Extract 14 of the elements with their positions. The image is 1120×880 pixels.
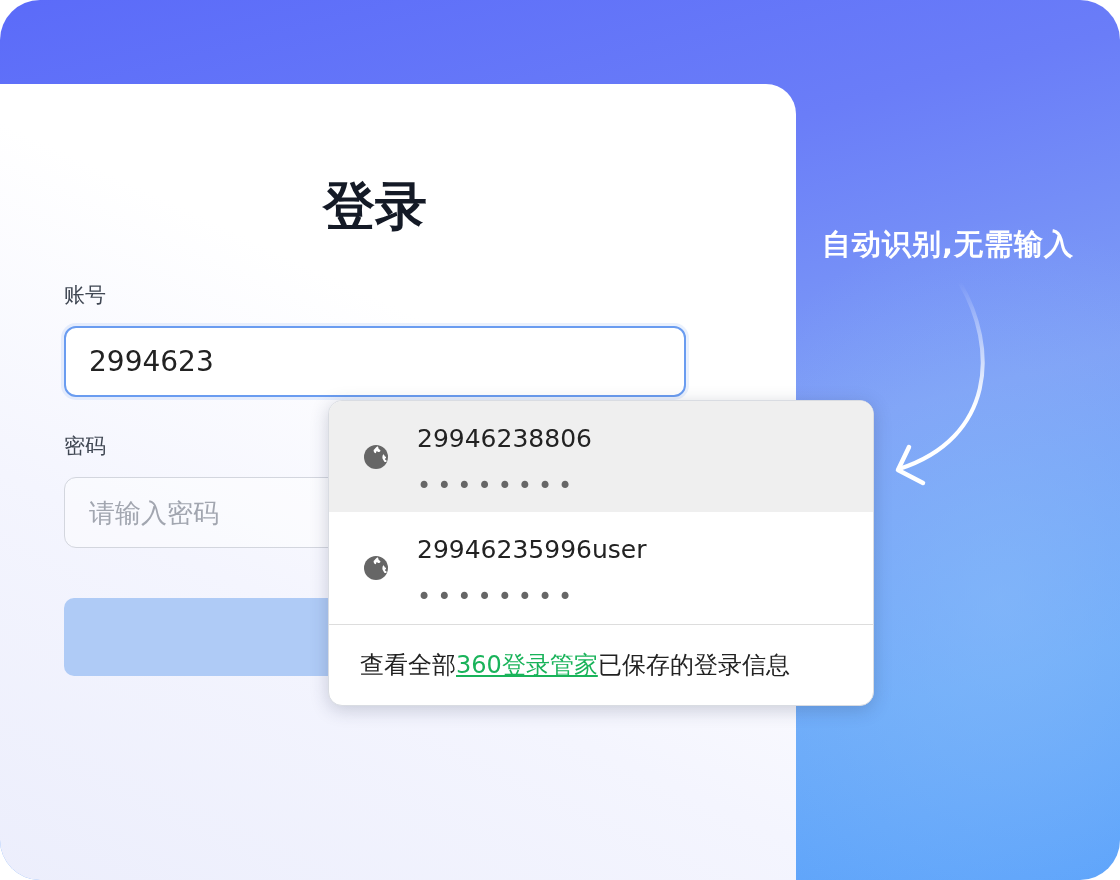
callout-text: 自动识别,无需输入: [822, 226, 1075, 262]
globe-icon: [364, 555, 388, 580]
saved-password-mask: ••••••••: [417, 584, 579, 609]
saved-password-mask: ••••••••: [417, 473, 579, 498]
field-label: 密码: [64, 433, 106, 460]
login-title: 登录: [321, 176, 428, 236]
saved-username: 29946235996user: [417, 534, 647, 565]
saved-username: 29946238806: [417, 423, 592, 454]
globe-icon: [364, 444, 388, 469]
suggestion-item[interactable]: 29946235996user ••••••••: [329, 512, 873, 623]
text-field[interactable]: 2994623: [64, 326, 686, 397]
field-label: 账号: [64, 282, 106, 309]
saved-logins-note: 查看全部360登录管家已保存的登录信息: [359, 650, 791, 681]
suggestion-item[interactable]: 29946238806 ••••••••: [329, 401, 873, 512]
